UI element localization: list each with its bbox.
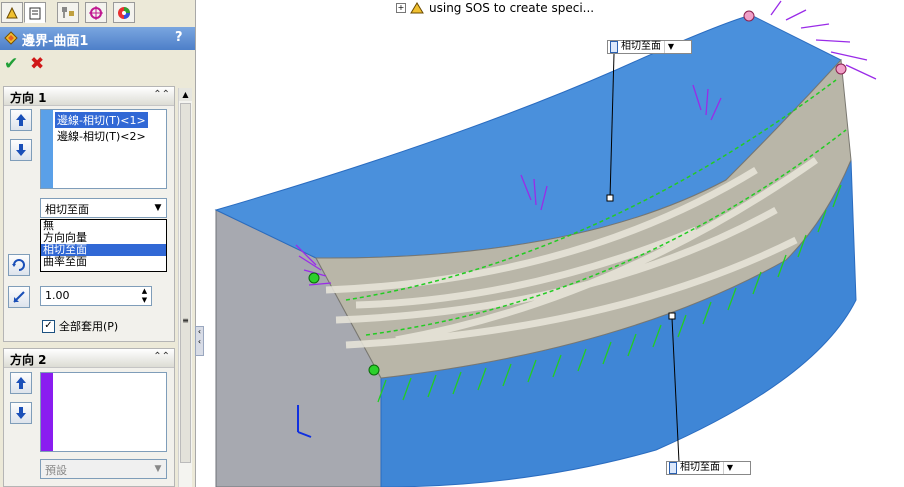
arrow-down-icon bbox=[16, 407, 26, 419]
tangent-influence-button[interactable] bbox=[8, 286, 30, 308]
move-up-button[interactable] bbox=[10, 109, 32, 131]
callout-anchor[interactable] bbox=[606, 194, 614, 202]
tab-configuration-manager[interactable] bbox=[57, 2, 79, 23]
tab-property-manager[interactable] bbox=[24, 2, 46, 23]
direction2-condition-value: 預設 bbox=[45, 464, 67, 477]
feature-tree-icon bbox=[6, 6, 18, 18]
tab-display-manager[interactable] bbox=[113, 2, 135, 23]
tree-root-label: using SOS to create speci... bbox=[429, 1, 595, 15]
crosshair-icon bbox=[89, 5, 103, 20]
expand-icon[interactable]: + bbox=[396, 3, 406, 13]
spinner-arrows-icon[interactable]: ▲ ▼ bbox=[138, 287, 151, 305]
collapse-icon[interactable]: ⌃⌃ bbox=[153, 89, 170, 100]
tangent-length-icon bbox=[13, 291, 25, 303]
collapse-icon[interactable]: ⌃⌃ bbox=[153, 351, 170, 362]
tangent-length-input[interactable]: 1.00 ▲ ▼ bbox=[40, 286, 152, 306]
callout-marker-icon bbox=[610, 41, 618, 53]
tangency-type-value: 相切至面 bbox=[45, 203, 89, 216]
chevron-down-icon[interactable]: ▼ bbox=[150, 460, 166, 478]
callout-marker-icon bbox=[669, 462, 677, 474]
move-down-button[interactable] bbox=[10, 139, 32, 161]
direction1-color-strip bbox=[41, 110, 53, 188]
apply-to-all-checkbox[interactable]: ✓ 全部套用(P) bbox=[42, 318, 118, 334]
feature-tree-flyout[interactable]: + using SOS to create speci... bbox=[396, 1, 594, 15]
tangency-type-dropdown[interactable]: 無 方向向量 相切至面 曲率至面 bbox=[40, 219, 167, 272]
move-up-button[interactable] bbox=[10, 372, 32, 394]
move-down-button[interactable] bbox=[10, 402, 32, 424]
connector-point[interactable] bbox=[308, 272, 320, 284]
panel-scrollbar[interactable]: ▲ ≡ bbox=[178, 88, 192, 487]
list-item[interactable]: 邊線-相切(T)<1> bbox=[55, 112, 148, 128]
connector-point[interactable] bbox=[368, 364, 380, 376]
tab-feature-manager[interactable] bbox=[1, 2, 23, 23]
dropdown-option[interactable]: 曲率至面 bbox=[41, 256, 166, 268]
tangency-type-select[interactable]: 相切至面 ▼ bbox=[40, 198, 167, 218]
grip-icon: ≡ bbox=[182, 316, 189, 325]
direction2-condition-select[interactable]: 預設 ▼ bbox=[40, 459, 167, 479]
configuration-icon bbox=[62, 6, 74, 18]
direction2-title: 方向 2 bbox=[10, 353, 47, 367]
callout-tangency-dir1[interactable]: 相切至面 ▼ bbox=[607, 40, 692, 54]
refresh-icon bbox=[12, 259, 25, 271]
direction1-title: 方向 1 bbox=[10, 91, 47, 105]
chevron-down-icon[interactable]: ▼ bbox=[723, 462, 736, 474]
checkbox-box[interactable]: ✓ bbox=[42, 319, 55, 333]
arrow-up-icon bbox=[16, 377, 26, 389]
tab-dimxpert[interactable] bbox=[85, 2, 107, 23]
apply-to-all-label: 全部套用(P) bbox=[59, 320, 119, 333]
feature-title: 邊界-曲面1 bbox=[22, 34, 89, 49]
callout-tangency-dir2[interactable]: 相切至面 ▼ bbox=[666, 461, 751, 475]
list-item[interactable]: 邊線-相切(T)<2> bbox=[55, 128, 148, 144]
confirm-row: ✔ ✖ bbox=[0, 52, 195, 78]
model-geometry[interactable] bbox=[196, 0, 904, 487]
property-icon bbox=[29, 7, 41, 19]
cancel-button[interactable]: ✖ bbox=[30, 54, 44, 74]
direction1-header[interactable]: 方向 1 ⌃⌃ bbox=[4, 87, 174, 106]
arrow-down-icon bbox=[16, 144, 26, 156]
chevron-down-icon[interactable]: ▼ bbox=[664, 41, 677, 53]
boundary-surface-icon bbox=[4, 31, 18, 45]
help-button[interactable]: ? bbox=[175, 30, 183, 45]
part-icon bbox=[410, 2, 424, 14]
direction2-header[interactable]: 方向 2 ⌃⌃ bbox=[4, 349, 174, 368]
reverse-direction-button[interactable] bbox=[8, 254, 30, 276]
scroll-up-icon[interactable]: ▲ bbox=[179, 88, 192, 101]
feature-title-bar: 邊界-曲面1 ? bbox=[0, 27, 195, 50]
connector-point[interactable] bbox=[743, 10, 755, 22]
chevron-down-icon[interactable]: ▼ bbox=[150, 199, 166, 217]
tangent-length-value: 1.00 bbox=[45, 289, 70, 302]
ok-button[interactable]: ✔ bbox=[4, 54, 18, 74]
direction1-curves-list[interactable]: 邊線-相切(T)<1> 邊線-相切(T)<2> bbox=[40, 109, 167, 189]
direction2-color-strip bbox=[41, 373, 53, 451]
direction2-curves-list[interactable] bbox=[40, 372, 167, 452]
graphics-viewport[interactable]: + using SOS to create speci... 相切至面 ▼ 相切… bbox=[196, 0, 904, 487]
callout-label: 相切至面 bbox=[621, 41, 661, 52]
scroll-thumb[interactable] bbox=[180, 103, 191, 463]
manager-tabs bbox=[0, 0, 195, 25]
connector-point[interactable] bbox=[835, 63, 847, 75]
callout-anchor[interactable] bbox=[668, 312, 676, 320]
color-wheel-icon bbox=[118, 6, 130, 19]
callout-label: 相切至面 bbox=[680, 462, 720, 473]
property-manager: 邊界-曲面1 ? ✔ ✖ 方向 1 ⌃⌃ 邊線-相切(T)<1> 邊線-相切(T… bbox=[0, 0, 196, 487]
arrow-up-icon bbox=[16, 114, 26, 126]
